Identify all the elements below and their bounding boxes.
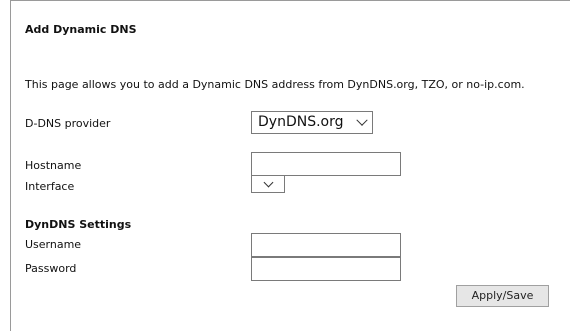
username-input[interactable]	[251, 233, 401, 257]
hostname-input[interactable]	[251, 152, 401, 176]
interface-label: Interface	[25, 180, 75, 193]
hostname-label: Hostname	[25, 159, 82, 172]
chevron-down-icon	[263, 177, 274, 188]
section-title: DynDNS Settings	[25, 218, 132, 231]
provider-selected-value: DynDNS.org	[258, 114, 344, 130]
provider-select[interactable]: DynDNS.org	[251, 111, 373, 134]
password-label: Password	[25, 262, 77, 275]
page-title: Add Dynamic DNS	[25, 23, 137, 36]
provider-label: D-DNS provider	[25, 117, 111, 130]
apply-save-button[interactable]: Apply/Save	[456, 285, 549, 307]
password-input[interactable]	[251, 257, 401, 281]
chevron-down-icon	[356, 114, 368, 126]
interface-select[interactable]	[251, 175, 285, 193]
username-label: Username	[25, 238, 82, 251]
page-description: This page allows you to add a Dynamic DN…	[25, 78, 525, 91]
